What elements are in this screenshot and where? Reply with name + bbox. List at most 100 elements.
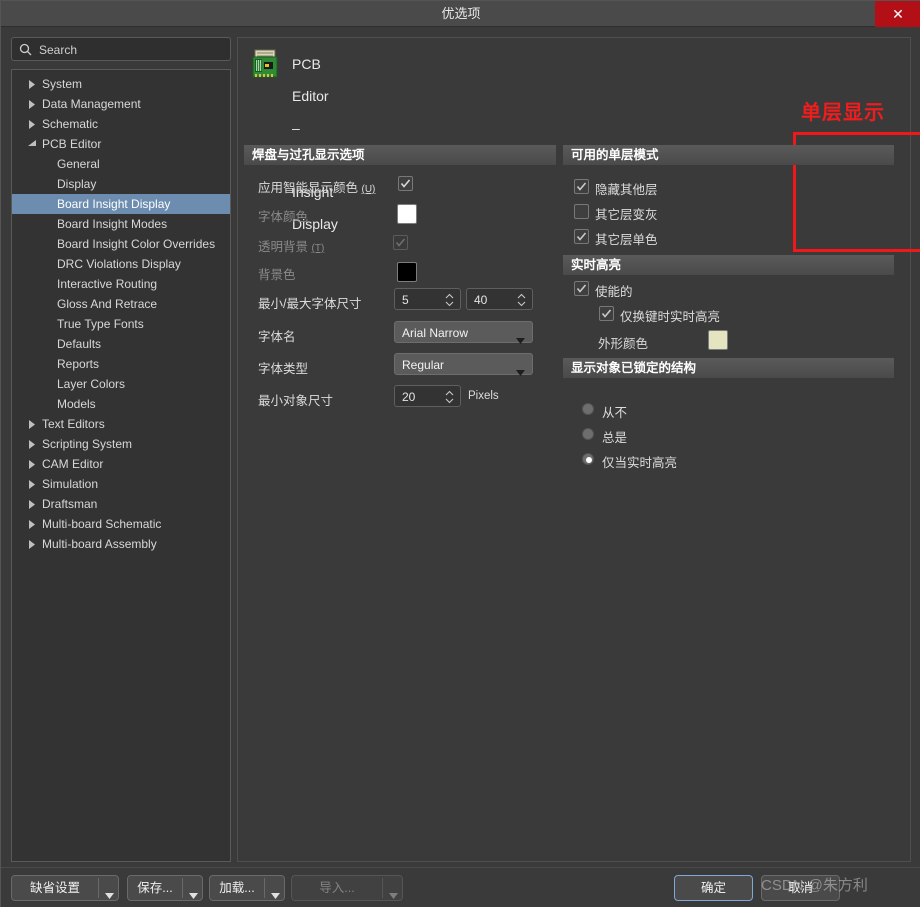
tree-item-data-management[interactable]: Data Management	[12, 94, 230, 114]
tree-item-text-editors[interactable]: Text Editors	[12, 414, 230, 434]
tree-item-draftsman[interactable]: Draftsman	[12, 494, 230, 514]
save-split-button[interactable]: 保存...	[127, 875, 203, 901]
close-button[interactable]: ✕	[875, 1, 920, 27]
tree-item-general[interactable]: General	[12, 154, 230, 174]
chevron-down-icon[interactable]	[189, 886, 198, 904]
spinner-max-font-size[interactable]: 40	[466, 288, 533, 310]
tree-item-reports[interactable]: Reports	[12, 354, 230, 374]
preferences-tree[interactable]: System Data Management Schematic PCB Editor…	[11, 69, 231, 862]
chevron-down-icon[interactable]	[516, 331, 525, 349]
checkbox-gray-other-layers[interactable]	[574, 204, 589, 219]
search-placeholder: Search	[39, 43, 78, 57]
spinner-arrows-icon[interactable]	[517, 293, 526, 307]
chevron-down-icon	[389, 886, 398, 904]
defaults-button-label: 缺省设置	[29, 881, 80, 895]
tree-item-label: Multi-board Assembly	[42, 537, 157, 551]
spinner-min-font-size[interactable]: 5	[394, 288, 461, 310]
chevron-right-icon[interactable]	[26, 414, 38, 434]
chevron-right-icon[interactable]	[26, 94, 38, 114]
tree-item-board-insight-color-overrides[interactable]: Board Insight Color Overrides	[12, 234, 230, 254]
tree-item-label: Board Insight Color Overrides	[57, 237, 216, 251]
tree-item-label: DRC Violations Display	[57, 257, 181, 271]
search-icon	[19, 43, 32, 56]
chevron-down-icon[interactable]	[271, 886, 280, 904]
tree-item-label: Simulation	[42, 477, 99, 491]
swatch-font-color[interactable]	[397, 204, 417, 224]
chevron-right-icon[interactable]	[26, 514, 38, 534]
tree-item-board-insight-display[interactable]: Board Insight Display	[12, 194, 230, 214]
radio-always[interactable]	[582, 428, 594, 440]
import-split-button: 导入...	[291, 875, 403, 901]
settings-pane: PCB Editor – Board Insight Display 单层显示 …	[237, 37, 920, 862]
save-button-label: 保存...	[137, 881, 173, 895]
spinner-min-object-size[interactable]: 20	[394, 385, 461, 407]
chevron-right-icon[interactable]	[26, 454, 38, 474]
tree-item-label: General	[57, 157, 100, 171]
page-title: PCB Editor – Board Insight Display	[292, 56, 338, 232]
spinner-arrows-icon[interactable]	[445, 390, 454, 404]
radio-never[interactable]	[582, 403, 594, 415]
checkbox-transparent-background[interactable]	[393, 235, 408, 250]
checkbox-live-highlight-enabled[interactable]	[574, 281, 589, 296]
tree-item-label: Data Management	[42, 97, 141, 111]
tree-item-layer-colors[interactable]: Layer Colors	[12, 374, 230, 394]
tree-item-pcb-editor[interactable]: PCB Editor	[12, 134, 230, 154]
defaults-split-button[interactable]: 缺省设置	[11, 875, 119, 901]
radio-when-live-highlight[interactable]	[582, 453, 594, 465]
dialog-footer: 缺省设置 保存... 加载... 导入... 确定 取消	[1, 867, 920, 907]
tree-item-multi-board-schematic[interactable]: Multi-board Schematic	[12, 514, 230, 534]
min-font-size-value: 5	[402, 293, 409, 307]
unit-pixels: Pixels	[468, 390, 499, 402]
tree-item-board-insight-modes[interactable]: Board Insight Modes	[12, 214, 230, 234]
combo-font-name[interactable]: Arial Narrow	[394, 321, 533, 344]
title-bar: 优选项 ✕	[1, 1, 920, 27]
tree-item-scripting-system[interactable]: Scripting System	[12, 434, 230, 454]
tree-item-interactive-routing[interactable]: Interactive Routing	[12, 274, 230, 294]
chevron-right-icon[interactable]	[26, 494, 38, 514]
tree-item-label: Interactive Routing	[57, 277, 158, 291]
chevron-right-icon[interactable]	[26, 74, 38, 94]
chevron-right-icon[interactable]	[26, 434, 38, 454]
checkbox-monochrome-other-layers[interactable]	[574, 229, 589, 244]
search-input[interactable]: Search	[11, 37, 231, 61]
tree-item-label: PCB Editor	[42, 137, 102, 151]
navigation-pane: Search System Data Management Schematic PCB…	[11, 37, 231, 862]
tree-item-cam-editor[interactable]: CAM Editor	[12, 454, 230, 474]
tree-item-label: Display	[57, 177, 97, 191]
tree-item-system[interactable]: System	[12, 74, 230, 94]
cancel-button[interactable]: 取消	[761, 875, 840, 901]
chevron-down-icon[interactable]	[26, 134, 38, 154]
tree-item-schematic[interactable]: Schematic	[12, 114, 230, 134]
tree-item-defaults[interactable]: Defaults	[12, 334, 230, 354]
tree-item-multi-board-assembly[interactable]: Multi-board Assembly	[12, 534, 230, 554]
tree-item-label: Multi-board Schematic	[42, 517, 162, 531]
spinner-arrows-icon[interactable]	[445, 293, 454, 307]
label-min-object-size: 最小对象尺寸	[258, 394, 334, 408]
checkbox-shift-key-only[interactable]	[599, 306, 614, 321]
checkbox-hide-other-layers[interactable]	[574, 179, 589, 194]
tree-item-simulation[interactable]: Simulation	[12, 474, 230, 494]
label-always: 总是	[602, 431, 628, 445]
chevron-right-icon[interactable]	[26, 114, 38, 134]
label-shift-key-only: 仅换键时实时高亮	[620, 310, 721, 324]
tree-item-label: Models	[57, 397, 96, 411]
checkbox-apply-smart-color[interactable]	[398, 176, 413, 191]
tree-item-drc-violations-display[interactable]: DRC Violations Display	[12, 254, 230, 274]
swatch-outline-color[interactable]	[708, 330, 728, 350]
chevron-right-icon[interactable]	[26, 474, 38, 494]
chevron-down-icon[interactable]	[516, 363, 525, 381]
tree-item-gloss-and-retrace[interactable]: Gloss And Retrace	[12, 294, 230, 314]
tree-item-display[interactable]: Display	[12, 174, 230, 194]
max-font-size-value: 40	[474, 293, 488, 307]
swatch-background-color[interactable]	[397, 262, 417, 282]
divider	[382, 878, 383, 898]
chevron-down-icon[interactable]	[105, 886, 114, 904]
chevron-right-icon[interactable]	[26, 534, 38, 554]
combo-font-style[interactable]: Regular	[394, 353, 533, 376]
tree-item-models[interactable]: Models	[12, 394, 230, 414]
load-button-label: 加载...	[219, 881, 255, 895]
tree-item-true-type-fonts[interactable]: True Type Fonts	[12, 314, 230, 334]
ok-button[interactable]: 确定	[674, 875, 753, 901]
load-split-button[interactable]: 加载...	[209, 875, 285, 901]
label-outline-color: 外形颜色	[598, 337, 649, 351]
